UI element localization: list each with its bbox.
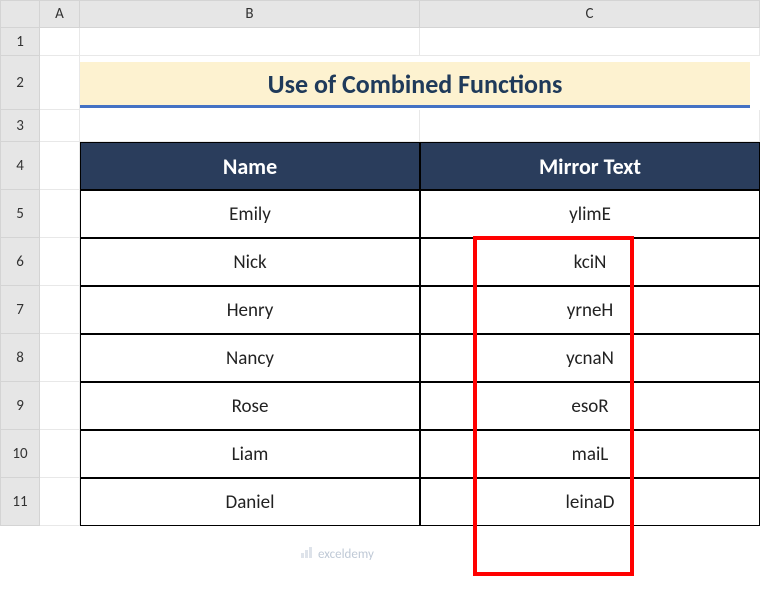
row-header-8[interactable]: 8 <box>0 334 40 382</box>
row-header-6[interactable]: 6 <box>0 238 40 286</box>
col-header-a[interactable]: A <box>40 0 80 28</box>
table-row[interactable]: Nancy <box>80 334 420 382</box>
table-row[interactable]: maiL <box>420 430 760 478</box>
page-title[interactable]: Use of Combined Functions <box>80 62 750 108</box>
watermark-text: exceldemy <box>318 547 374 562</box>
cell-a1[interactable] <box>40 28 80 56</box>
cell-a11[interactable] <box>40 478 80 526</box>
row-header-3[interactable]: 3 <box>0 110 40 142</box>
table-row[interactable]: Liam <box>80 430 420 478</box>
table-row[interactable]: Emily <box>80 190 420 238</box>
select-all-corner[interactable] <box>0 0 40 28</box>
table-header-mirror[interactable]: Mirror Text <box>420 142 760 190</box>
table-row[interactable]: Henry <box>80 286 420 334</box>
cell-c1[interactable] <box>420 28 760 56</box>
table-row[interactable]: yrneH <box>420 286 760 334</box>
table-header-name[interactable]: Name <box>80 142 420 190</box>
col-header-b[interactable]: B <box>80 0 420 28</box>
row-header-10[interactable]: 10 <box>0 430 40 478</box>
table-row[interactable]: esoR <box>420 382 760 430</box>
row-header-11[interactable]: 11 <box>0 478 40 526</box>
table-row[interactable]: Daniel <box>80 478 420 526</box>
spreadsheet-grid: A B C 1 2 3 4 5 6 7 8 9 10 11 Use of Com… <box>0 0 767 526</box>
cell-b1[interactable] <box>80 28 420 56</box>
cell-a8[interactable] <box>40 334 80 382</box>
row-header-2[interactable]: 2 <box>0 56 40 110</box>
table-row[interactable]: Rose <box>80 382 420 430</box>
row-header-4[interactable]: 4 <box>0 142 40 190</box>
table-row[interactable]: kciN <box>420 238 760 286</box>
cell-a9[interactable] <box>40 382 80 430</box>
table-row[interactable]: Nick <box>80 238 420 286</box>
chart-icon <box>300 545 314 563</box>
row-header-5[interactable]: 5 <box>0 190 40 238</box>
table-row[interactable]: ylimE <box>420 190 760 238</box>
cell-a4[interactable] <box>40 142 80 190</box>
cell-a5[interactable] <box>40 190 80 238</box>
row-header-1[interactable]: 1 <box>0 28 40 56</box>
cell-a10[interactable] <box>40 430 80 478</box>
row-header-9[interactable]: 9 <box>0 382 40 430</box>
row-header-7[interactable]: 7 <box>0 286 40 334</box>
cell-a7[interactable] <box>40 286 80 334</box>
cell-a3[interactable] <box>40 110 80 142</box>
cell-a6[interactable] <box>40 238 80 286</box>
cell-b3[interactable] <box>80 110 420 142</box>
cell-c3[interactable] <box>420 110 760 142</box>
col-header-c[interactable]: C <box>420 0 760 28</box>
table-row[interactable]: leinaD <box>420 478 760 526</box>
cell-a2[interactable] <box>40 56 80 110</box>
table-row[interactable]: ycnaN <box>420 334 760 382</box>
watermark: exceldemy <box>300 545 374 563</box>
